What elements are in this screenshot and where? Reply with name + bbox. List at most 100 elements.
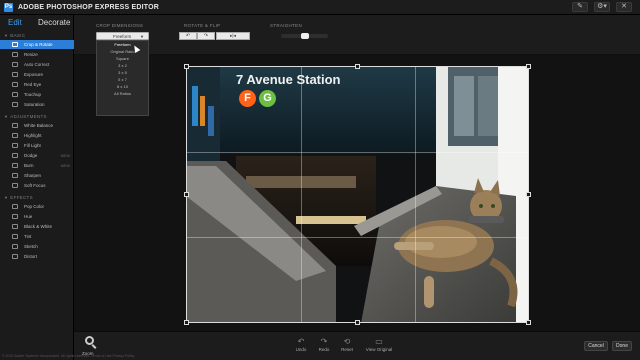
fill-light-icon bbox=[12, 143, 18, 148]
rotate-right-icon[interactable]: ↷ bbox=[197, 32, 215, 40]
crop-option-3x5[interactable]: 3 x 5 bbox=[97, 69, 148, 76]
grid-line bbox=[301, 67, 302, 322]
brush-icon[interactable]: ✎ bbox=[572, 2, 588, 12]
crop-icon bbox=[12, 42, 18, 47]
straighten-slider[interactable] bbox=[281, 33, 328, 39]
sidebar-item-touchup[interactable]: Touchup bbox=[0, 90, 74, 99]
sidebar-item-red-eye[interactable]: Red Eye bbox=[0, 80, 74, 89]
sidebar-item-sketch[interactable]: Sketch bbox=[0, 242, 74, 251]
view-original-button[interactable]: ▭ View Original bbox=[361, 336, 397, 356]
undo-button[interactable]: ↶ Undo bbox=[294, 336, 308, 356]
sidebar-item-white-balance[interactable]: White Balance bbox=[0, 121, 74, 130]
photo-canvas[interactable]: 7 Avenue Station F G bbox=[74, 55, 640, 331]
crop-option-8x10[interactable]: 8 x 10 bbox=[97, 83, 148, 90]
crop-handle-bottom-right[interactable] bbox=[526, 320, 531, 325]
sidebar-item-resize[interactable]: Resize bbox=[0, 50, 74, 59]
sidebar-item-hue[interactable]: Hue bbox=[0, 212, 74, 221]
mode-tabs: Edit Decorate bbox=[0, 15, 74, 31]
rotate-left-icon[interactable]: ↶ bbox=[179, 32, 197, 40]
dodge-icon bbox=[12, 153, 18, 158]
bottom-bar: Zoom ↶ Undo ↷ Redo ⟲ Reset ▭ View Original C… bbox=[74, 331, 640, 360]
sidebar-item-fill-light[interactable]: Fill Light bbox=[0, 141, 74, 150]
pop-color-icon bbox=[12, 204, 18, 209]
section-basic[interactable]: ▼ BASIC bbox=[0, 32, 74, 40]
sidebar-item-auto-correct[interactable]: Auto Correct bbox=[0, 60, 74, 69]
exposure-icon bbox=[12, 72, 18, 77]
crop-option-square[interactable]: Square bbox=[97, 55, 148, 62]
grid-line bbox=[415, 67, 416, 322]
flip-button[interactable]: ▸|◂ bbox=[216, 32, 250, 40]
saturation-icon bbox=[12, 102, 18, 107]
redo-icon: ↷ bbox=[320, 337, 328, 346]
straighten-slider-handle[interactable] bbox=[301, 33, 309, 39]
redo-button[interactable]: ↷ Redo bbox=[317, 336, 331, 356]
crop-handle-top-left[interactable] bbox=[184, 64, 189, 69]
burn-icon bbox=[12, 163, 18, 168]
crop-dimensions-label: CROP DIMENSIONS bbox=[96, 23, 144, 28]
new-badge: NEW bbox=[60, 163, 70, 168]
black-white-icon bbox=[12, 224, 18, 229]
crop-dimensions-select[interactable]: Freeform ▼ bbox=[96, 32, 149, 40]
sidebar-item-saturation[interactable]: Saturation bbox=[0, 100, 74, 109]
crop-handle-top-right[interactable] bbox=[526, 64, 531, 69]
section-effects[interactable]: ▼ EFFECTS bbox=[0, 194, 74, 202]
crop-handle-right[interactable] bbox=[526, 192, 531, 197]
red-eye-icon bbox=[12, 82, 18, 87]
rotate-flip-label: ROTATE & FLIP bbox=[184, 23, 221, 28]
footer-text: © 2010 Adobe Systems Incorporated. All r… bbox=[2, 354, 135, 358]
close-icon[interactable]: ✕ bbox=[616, 2, 632, 12]
cancel-button[interactable]: Cancel bbox=[584, 341, 608, 351]
sidebar-item-highlight[interactable]: Highlight bbox=[0, 131, 74, 140]
straighten-label: STRAIGHTEN bbox=[270, 23, 303, 28]
chevron-down-icon: ▼ bbox=[140, 34, 144, 39]
sidebar-item-black-white[interactable]: Black & White bbox=[0, 222, 74, 231]
undo-icon: ↶ bbox=[297, 337, 305, 346]
sketch-icon bbox=[12, 244, 18, 249]
distort-icon bbox=[12, 254, 18, 259]
sidebar-item-distort[interactable]: Distort bbox=[0, 252, 74, 261]
crop-handle-bottom[interactable] bbox=[355, 320, 360, 325]
sidebar-item-burn[interactable]: Burn NEW bbox=[0, 161, 74, 170]
sidebar-item-tint[interactable]: Tint bbox=[0, 232, 74, 241]
app-logo-icon: Ps bbox=[4, 3, 13, 12]
reset-button[interactable]: ⟲ Reset bbox=[340, 336, 354, 356]
app-title: ADOBE PHOTOSHOP EXPRESS EDITOR bbox=[18, 4, 159, 11]
tab-decorate[interactable]: Decorate bbox=[38, 17, 70, 29]
crop-handle-left[interactable] bbox=[184, 192, 189, 197]
crop-dimensions-dropdown: Freeform Original Ratio Square 3 x 2 3 x… bbox=[96, 40, 149, 116]
grid-line bbox=[187, 152, 528, 153]
done-button[interactable]: Done bbox=[612, 341, 632, 351]
crop-option-all-ratios[interactable]: All Ratios bbox=[97, 90, 148, 97]
crop-option-freeform[interactable]: Freeform bbox=[97, 41, 148, 48]
gear-icon[interactable]: ⚙▾ bbox=[594, 2, 610, 12]
grid-line bbox=[187, 237, 528, 238]
sidebar-item-pop-color[interactable]: Pop Color bbox=[0, 202, 74, 211]
crop-handle-bottom-left[interactable] bbox=[184, 320, 189, 325]
highlight-icon bbox=[12, 133, 18, 138]
sidebar-item-dodge[interactable]: Dodge NEW bbox=[0, 151, 74, 160]
section-adjustments[interactable]: ▼ ADJUSTMENTS bbox=[0, 113, 74, 121]
sharpen-icon bbox=[12, 173, 18, 178]
tab-edit[interactable]: Edit bbox=[8, 17, 22, 29]
soft-focus-icon bbox=[12, 183, 18, 188]
white-balance-icon bbox=[12, 123, 18, 128]
view-original-icon: ▭ bbox=[375, 337, 383, 346]
tool-options-bar: CROP DIMENSIONS Freeform ▼ Freeform Origi… bbox=[74, 15, 640, 116]
hue-icon bbox=[12, 214, 18, 219]
crop-handle-top[interactable] bbox=[355, 64, 360, 69]
touchup-icon bbox=[12, 92, 18, 97]
sidebar-item-crop-rotate[interactable]: Crop & Rotate bbox=[0, 40, 74, 49]
sidebar: Edit Decorate ▼ BASIC Crop & Rotate Resiz… bbox=[0, 15, 74, 360]
new-badge: NEW bbox=[60, 153, 70, 158]
resize-icon bbox=[12, 52, 18, 57]
sidebar-item-exposure[interactable]: Exposure bbox=[0, 70, 74, 79]
crop-frame[interactable] bbox=[184, 64, 531, 325]
title-bar: Ps ADOBE PHOTOSHOP EXPRESS EDITOR ✎ ⚙▾ ✕ bbox=[0, 0, 640, 15]
crop-option-5x7[interactable]: 5 x 7 bbox=[97, 76, 148, 83]
reset-icon: ⟲ bbox=[343, 337, 351, 346]
crop-option-3x2[interactable]: 3 x 2 bbox=[97, 62, 148, 69]
auto-correct-icon bbox=[12, 62, 18, 67]
sidebar-item-sharpen[interactable]: Sharpen bbox=[0, 171, 74, 180]
tint-icon bbox=[12, 234, 18, 239]
sidebar-item-soft-focus[interactable]: Soft Focus bbox=[0, 181, 74, 190]
